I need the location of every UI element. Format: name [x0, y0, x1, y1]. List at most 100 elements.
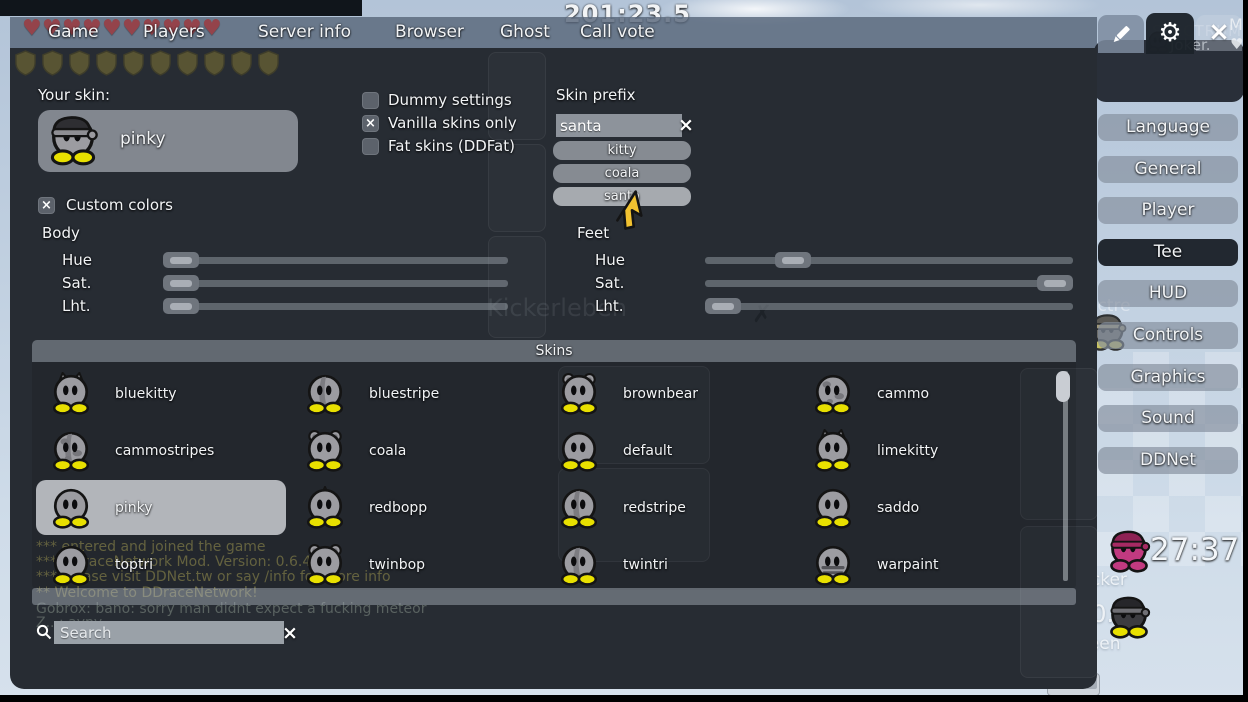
menu-item-players[interactable]: Players — [143, 22, 205, 42]
checkbox-label-vanilla-skins-only: Vanilla skins only — [388, 114, 517, 132]
skin-name-label: redbopp — [369, 500, 427, 516]
tee-icon — [811, 486, 855, 530]
skin-item-saddo[interactable]: saddo — [798, 480, 1048, 535]
tee-icon — [49, 486, 93, 530]
body_group-lht--slider-handle[interactable] — [163, 298, 199, 314]
tee-icon — [303, 486, 347, 530]
tee-icon — [811, 372, 855, 416]
skins-scrollbar-track[interactable] — [1063, 371, 1068, 581]
search-clear-icon[interactable]: × — [282, 624, 298, 643]
menu-item-game[interactable]: Game — [48, 22, 99, 42]
tab-tee[interactable]: Tee — [1098, 239, 1238, 266]
feet_group-sat--slider-handle[interactable] — [1037, 275, 1073, 291]
skin-name-label: cammostripes — [115, 443, 214, 459]
body_group-sat--label: Sat. — [62, 274, 91, 292]
skin-item-warpaint[interactable]: warpaint — [798, 537, 1048, 592]
pencil-icon — [1108, 21, 1134, 47]
skin-item-limekitty[interactable]: limekitty — [798, 423, 1048, 478]
tab-hud[interactable]: HUD — [1098, 280, 1238, 307]
skin-prefix-input[interactable] — [556, 114, 682, 137]
body_group-hue-label: Hue — [62, 251, 92, 269]
shield-icon — [95, 50, 118, 80]
tee-icon — [49, 543, 93, 587]
skin-item-redstripe[interactable]: redstripe — [544, 480, 794, 535]
feet_group-hue-label: Hue — [595, 251, 625, 269]
current-skin-box[interactable]: pinky — [38, 110, 298, 172]
feet_group-lht--slider-track[interactable] — [705, 303, 1073, 310]
skin-name-label: cammo — [877, 386, 929, 402]
editor-button[interactable] — [1098, 15, 1144, 53]
tee-icon — [811, 543, 855, 587]
current-skin-tee-icon — [46, 113, 100, 171]
tee-icon — [557, 543, 601, 587]
skins-list-header: Skins — [32, 340, 1076, 362]
prefix-button-kitty[interactable]: kitty — [553, 141, 691, 160]
quit-button[interactable]: × — [1196, 15, 1242, 51]
skin-item-twinbop[interactable]: twinbop — [290, 537, 540, 592]
menu-item-ghost[interactable]: Ghost — [500, 22, 550, 42]
body_group-lht--label: Lht. — [62, 297, 91, 315]
game-screen: 201:23.5 ectre 27:37 Kicker 20. — [0, 0, 1248, 702]
feet_group-lht--label: Lht. — [595, 297, 624, 315]
shield-icon — [176, 50, 199, 80]
bg-tile — [488, 236, 546, 338]
tee-icon — [557, 486, 601, 530]
tab-language[interactable]: Language — [1098, 114, 1238, 141]
skin-item-pinky[interactable]: pinky — [36, 480, 286, 535]
heart-icon: ♥ — [22, 16, 42, 41]
menu-item-browser[interactable]: Browser — [395, 22, 464, 42]
tab-player[interactable]: Player — [1098, 197, 1238, 224]
skin-item-cammo[interactable]: cammo — [798, 366, 1048, 421]
body_group-sat--slider-handle[interactable] — [163, 275, 199, 291]
skin-prefix-clear-icon[interactable]: × — [678, 116, 694, 135]
search-input[interactable] — [54, 621, 284, 644]
skin-item-toptri[interactable]: toptri — [36, 537, 286, 592]
tab-sound[interactable]: Sound — [1098, 405, 1238, 432]
feet_group-hue-slider-track[interactable] — [705, 257, 1073, 264]
skin-item-bluestripe[interactable]: bluestripe — [290, 366, 540, 421]
gear-icon: ⚙ — [1158, 18, 1181, 48]
tab-controls[interactable]: Controls — [1098, 322, 1238, 349]
menu-item-call-vote[interactable]: Call vote — [580, 22, 655, 42]
body_group-hue-slider-handle[interactable] — [163, 252, 199, 268]
skin-item-brownbear[interactable]: brownbear — [544, 366, 794, 421]
feet-group-label: Feet — [577, 224, 609, 242]
checkbox-fat-skins-ddfat-[interactable] — [362, 138, 379, 155]
skin-item-default[interactable]: default — [544, 423, 794, 478]
tee-icon — [46, 113, 100, 167]
body_group-lht--slider-track[interactable] — [163, 303, 508, 310]
feet_group-lht--slider-handle[interactable] — [705, 298, 741, 314]
checkbox-vanilla-skins-only[interactable]: × — [362, 115, 379, 132]
tee-icon — [303, 429, 347, 473]
feet_group-sat--label: Sat. — [595, 274, 624, 292]
skin-name-label: default — [623, 443, 672, 459]
checkbox-custom-colors[interactable]: × — [38, 197, 55, 214]
skin-name-label: saddo — [877, 500, 919, 516]
body_group-hue-slider-track[interactable] — [163, 257, 508, 264]
prefix-button-coala[interactable]: coala — [553, 164, 691, 183]
tab-graphics[interactable]: Graphics — [1098, 364, 1238, 391]
skin-item-twintri[interactable]: twintri — [544, 537, 794, 592]
screen-border-bottom — [0, 695, 1248, 702]
checkbox-dummy-settings[interactable] — [362, 92, 379, 109]
skin-item-redbopp[interactable]: redbopp — [290, 480, 540, 535]
feet_group-hue-slider-handle[interactable] — [775, 252, 811, 268]
skin-item-cammostripes[interactable]: cammostripes — [36, 423, 286, 478]
tee-icon — [303, 543, 347, 587]
tab-general[interactable]: General — [1098, 156, 1238, 183]
skin-name-label: toptri — [115, 557, 153, 573]
mouse-cursor-icon — [608, 188, 650, 232]
tee-icon — [811, 429, 855, 473]
skins-scrollbar-handle[interactable] — [1056, 371, 1070, 402]
skin-item-bluekitty[interactable]: bluekitty — [36, 366, 286, 421]
body_group-sat--slider-track[interactable] — [163, 280, 508, 287]
shield-icon — [14, 50, 37, 80]
menu-item-server-info[interactable]: Server info — [258, 22, 351, 42]
feet_group-sat--slider-track[interactable] — [705, 280, 1073, 287]
skin-item-coala[interactable]: coala — [290, 423, 540, 478]
settings-button[interactable]: ⚙ — [1146, 13, 1194, 54]
checkbox-label-dummy-settings: Dummy settings — [388, 91, 512, 109]
tee-icon — [49, 429, 93, 473]
main-menu-bar: ♥♥♥♥♥♥♥♥♥♥GamePlayersServer infoBrowserG… — [10, 17, 1097, 48]
tab-ddnet[interactable]: DDNet — [1098, 447, 1238, 474]
